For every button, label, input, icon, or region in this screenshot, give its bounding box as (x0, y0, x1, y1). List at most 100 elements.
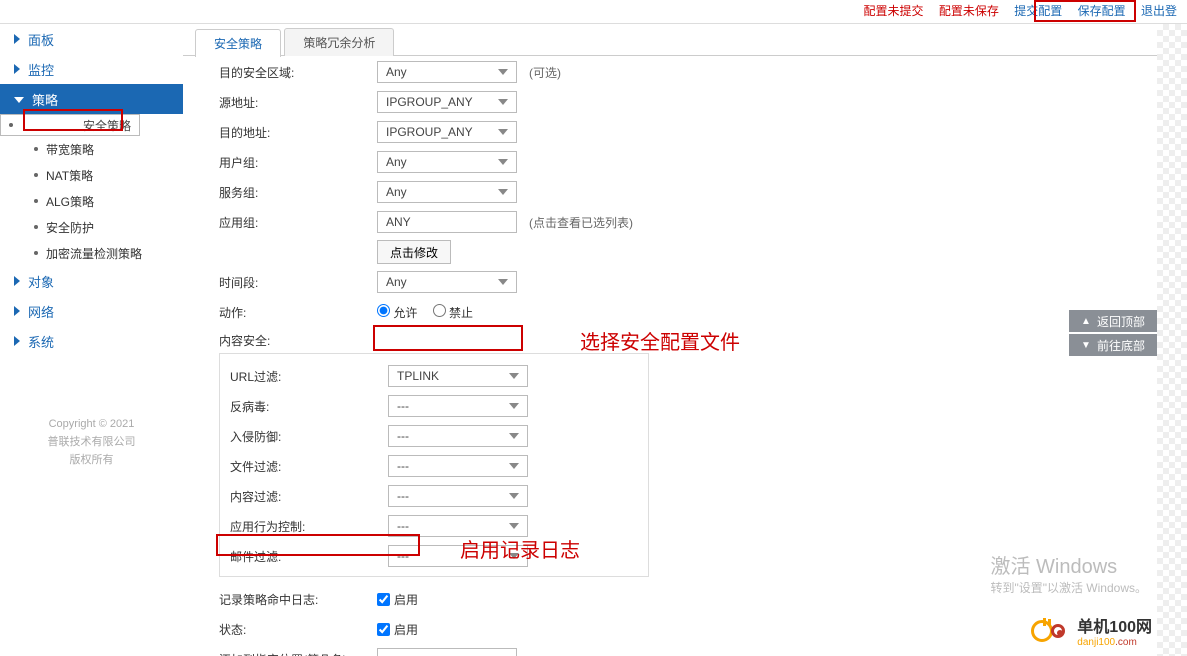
annotation-text-url: 选择安全配置文件 (580, 326, 740, 355)
select-value: TPLINK (397, 369, 439, 383)
annotation-text-log: 启用记录日志 (460, 534, 580, 563)
copyright-block: Copyright © 2021 普联技术有限公司 版权所有 (0, 415, 183, 469)
caret-down-icon (498, 69, 508, 75)
tab-redundancy-analysis[interactable]: 策略冗余分析 (284, 28, 394, 56)
sidebar-item-label: ALG策略 (46, 193, 94, 210)
select-svcgroup[interactable]: Any (377, 181, 517, 203)
nav-label: 对象 (28, 272, 54, 291)
sidebar-item-label: 带宽策略 (46, 141, 94, 158)
status-not-submitted: 配置未提交 (858, 0, 930, 22)
sidebar-item-security-policy[interactable]: 安全策略 (0, 114, 140, 136)
bullet-icon (34, 225, 38, 229)
scroll-top-label: 返回顶部 (1097, 313, 1145, 330)
sidebar-item-protection[interactable]: 安全防护 (0, 214, 183, 240)
radio-deny-label: 禁止 (449, 306, 473, 320)
bullet-icon (34, 147, 38, 151)
select-value: --- (397, 519, 409, 533)
checkbox-status[interactable] (377, 623, 390, 636)
scroll-top-button[interactable]: ▲返回顶部 (1069, 310, 1157, 332)
radio-allow[interactable] (377, 304, 390, 317)
scroll-bottom-button[interactable]: ▼前往底部 (1069, 334, 1157, 356)
select-usergroup[interactable]: Any (377, 151, 517, 173)
select-dst-zone[interactable]: Any (377, 61, 517, 83)
sidebar-item-bandwidth[interactable]: 带宽策略 (0, 136, 183, 162)
caret-down-icon (509, 493, 519, 499)
tab-security-policy[interactable]: 安全策略 (195, 29, 281, 57)
sidebar-item-nat[interactable]: NAT策略 (0, 162, 183, 188)
nav-panel[interactable]: 面板 (0, 24, 183, 54)
caret-down-icon (509, 373, 519, 379)
select-timeslot[interactable]: Any (377, 271, 517, 293)
scroll-bottom-label: 前往底部 (1097, 337, 1145, 354)
logout-link[interactable]: 退出登 (1135, 0, 1183, 22)
submit-config-link[interactable]: 提交配置 (1008, 0, 1068, 22)
checkbox-log-label: 启用 (394, 591, 418, 608)
chevron-right-icon (14, 276, 20, 286)
chevron-right-icon (14, 64, 20, 74)
activation-subtitle: 转到"设置"以激活 Windows。 (990, 579, 1147, 596)
label-timeslot: 时间段: (219, 274, 377, 291)
nav-policy[interactable]: 策略 (0, 84, 183, 114)
bullet-icon (9, 123, 13, 127)
radio-allow-label: 允许 (393, 306, 417, 320)
select-content-filter[interactable]: --- (388, 485, 528, 507)
label-mail-filter: 邮件过滤: (230, 548, 388, 565)
select-value: IPGROUP_ANY (386, 125, 473, 139)
nav-label: 面板 (28, 30, 54, 49)
hint-click-selected[interactable]: (点击查看已选列表) (529, 214, 633, 231)
caret-down-icon (509, 523, 519, 529)
label-position: 添加到指定位置(第几条): (219, 651, 377, 656)
label-src-addr: 源地址: (219, 94, 377, 111)
save-config-link[interactable]: 保存配置 (1072, 0, 1132, 22)
nav-monitor[interactable]: 监控 (0, 54, 183, 84)
caret-down-icon (498, 279, 508, 285)
sidebar-item-label: 安全策略 (83, 117, 131, 134)
sidebar-item-label: 安全防护 (46, 219, 94, 236)
label-content-filter: 内容过滤: (230, 488, 388, 505)
select-url-filter[interactable]: TPLINK (388, 365, 528, 387)
select-value: --- (397, 549, 409, 563)
chevron-down-icon (14, 97, 24, 103)
select-appgroup[interactable]: ANY (377, 211, 517, 233)
caret-down-icon (509, 433, 519, 439)
sidebar-item-alg[interactable]: ALG策略 (0, 188, 183, 214)
sidebar-item-encrypted[interactable]: 加密流量检测策略 (0, 240, 183, 266)
checkbox-log[interactable] (377, 593, 390, 606)
label-antivirus: 反病毒: (230, 398, 388, 415)
windows-activation-watermark: 激活 Windows 转到"设置"以激活 Windows。 (990, 550, 1147, 596)
content-security-box: URL过滤: TPLINK 反病毒: --- 入侵防御: --- 文件过滤: -… (219, 353, 649, 577)
status-not-saved: 配置未保存 (933, 0, 1005, 22)
copyright-line: Copyright © 2021 (0, 415, 183, 433)
select-value: Any (386, 65, 407, 79)
nav-network[interactable]: 网络 (0, 296, 183, 326)
radio-group-action: 允许 禁止 (377, 304, 485, 321)
nav-object[interactable]: 对象 (0, 266, 183, 296)
caret-down-icon (498, 129, 508, 135)
caret-down-icon (498, 159, 508, 165)
chevron-right-icon (14, 336, 20, 346)
copyright-line: 版权所有 (0, 451, 183, 469)
brand-domain: danji100.com (1077, 637, 1152, 648)
sidebar-item-label: 加密流量检测策略 (46, 245, 142, 262)
select-src-addr[interactable]: IPGROUP_ANY (377, 91, 517, 113)
click-modify-button[interactable]: 点击修改 (377, 240, 451, 264)
nav-system[interactable]: 系统 (0, 326, 183, 356)
select-value: Any (386, 275, 407, 289)
radio-deny[interactable] (433, 304, 446, 317)
activation-title: 激活 Windows (990, 550, 1147, 579)
nav-label: 监控 (28, 60, 54, 79)
select-value: ANY (386, 215, 411, 229)
select-ips[interactable]: --- (388, 425, 528, 447)
input-position[interactable] (377, 648, 517, 656)
select-dst-addr[interactable]: IPGROUP_ANY (377, 121, 517, 143)
top-status-bar: 配置未提交 配置未保存 提交配置 保存配置 退出登 (0, 0, 1187, 24)
select-value: --- (397, 489, 409, 503)
transparency-checker (1157, 0, 1187, 656)
hint-optional: (可选) (529, 64, 561, 81)
chevron-right-icon (14, 306, 20, 316)
select-antivirus[interactable]: --- (388, 395, 528, 417)
select-value: --- (397, 399, 409, 413)
nav-label: 网络 (28, 302, 54, 321)
scroll-helper-buttons: ▲返回顶部 ▼前往底部 (1069, 310, 1157, 358)
select-file-filter[interactable]: --- (388, 455, 528, 477)
